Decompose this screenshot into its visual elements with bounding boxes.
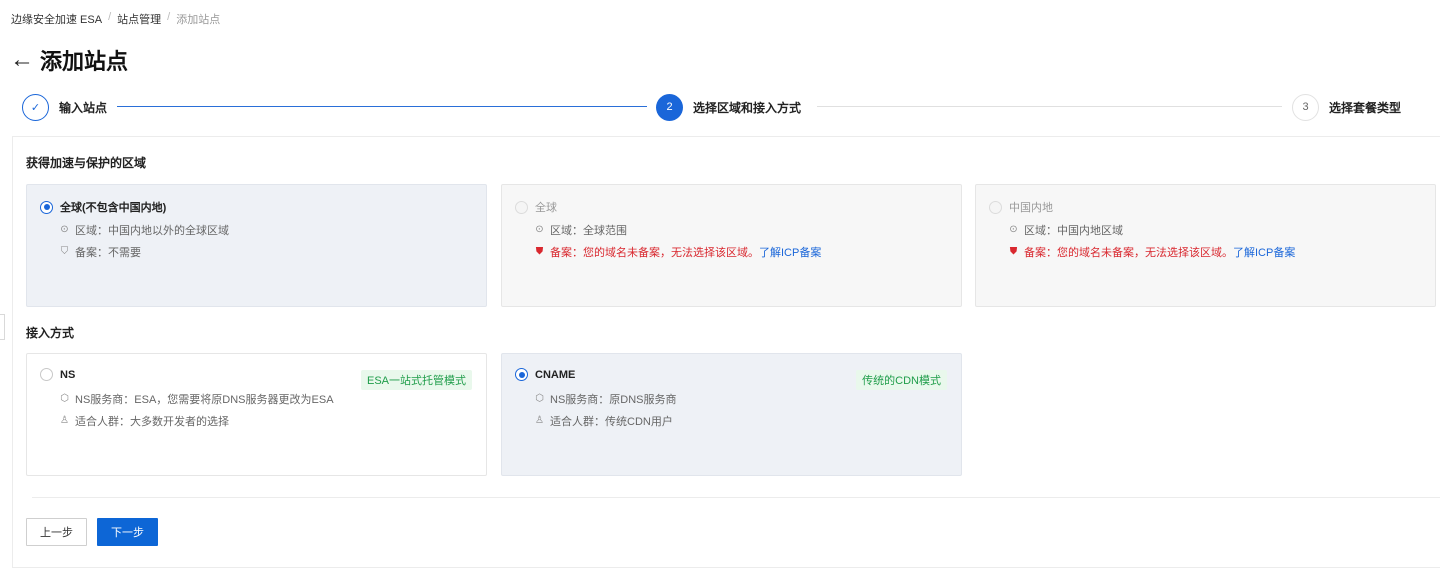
region-area-text: 区域：中国内地以外的全球区域 (75, 225, 229, 237)
page-title: 添加站点 (40, 49, 129, 74)
icp-learn-more-link[interactable]: 了解ICP备案 (759, 244, 821, 260)
icp-learn-more-link[interactable]: 了解ICP备案 (1233, 244, 1295, 260)
region-option-global: 全球 ⊙ 区域：全球范围 ⛊ 备案：您的域名未备案，无法选择该区域。 了解ICP… (501, 184, 962, 307)
step-3-number: 3 (1292, 93, 1319, 121)
step-3: 3 选择套餐类型 (1292, 93, 1401, 121)
access-option-title: CNAME (535, 368, 576, 381)
users-icon: ♙ (535, 415, 544, 426)
region-option-mainland-china: 中国内地 ⊙ 区域：中国内地区域 ⛊ 备案：您的域名未备案，无法选择该区域。 了… (975, 184, 1436, 307)
page-header: ← 添加站点 (10, 44, 128, 76)
users-icon: ♙ (60, 415, 69, 426)
location-pin-icon: ⊙ (60, 224, 69, 235)
region-icp-warning-text: 备案：您的域名未备案，无法选择该区域。 (550, 247, 759, 259)
radio-checked-icon[interactable] (515, 368, 528, 381)
region-option-title: 全球(不包含中国内地) (60, 202, 167, 214)
cube-icon: ⬡ (60, 393, 69, 404)
region-option-global-excl-china[interactable]: 全球(不包含中国内地) ⊙ 区域：中国内地以外的全球区域 ⛉ 备案：不需要 (26, 184, 487, 307)
breadcrumb-item-esa[interactable]: 边缘安全加速 ESA (11, 11, 102, 27)
location-pin-icon: ⊙ (1009, 224, 1018, 235)
region-option-title: 中国内地 (1009, 202, 1053, 214)
step-3-label: 选择套餐类型 (1329, 100, 1402, 115)
region-icp-text: 备案：不需要 (75, 247, 141, 259)
step-indicator: ✓ 输入站点 2 选择区域和接入方式 3 选择套餐类型 (22, 93, 1412, 121)
step-2: 2 选择区域和接入方式 (656, 93, 801, 121)
region-area-text: 区域：全球范围 (550, 225, 627, 237)
step-connector-done (117, 106, 647, 107)
access-section-title: 接入方式 (26, 326, 75, 340)
footer-divider (32, 497, 1440, 498)
location-pin-icon: ⊙ (535, 224, 544, 235)
step-1-check-icon: ✓ (22, 93, 49, 121)
shield-warning-icon: ⛊ (1009, 246, 1018, 257)
cube-icon: ⬡ (535, 393, 544, 404)
next-step-button[interactable]: 下一步 (97, 518, 158, 546)
access-provider-text: NS服务商：原DNS服务商 (550, 394, 677, 406)
shield-icon: ⛉ (60, 246, 69, 257)
back-arrow-icon[interactable]: ← (10, 48, 34, 72)
step-connector-todo (817, 106, 1282, 107)
access-option-cname[interactable]: CNAME 传统的CDN模式 ⬡ NS服务商：原DNS服务商 ♙ 适合人群：传统… (501, 353, 962, 476)
access-option-title: NS (60, 368, 76, 381)
breadcrumb: 边缘安全加速 ESA / 站点管理 / 添加站点 (11, 11, 220, 27)
radio-checked-icon[interactable] (40, 200, 53, 214)
access-option-ns[interactable]: NS ESA一站式托管模式 ⬡ NS服务商：ESA，您需要将原DNS服务器更改为… (26, 353, 487, 476)
region-section-title: 获得加速与保护的区域 (26, 156, 147, 170)
cname-mode-tag: 传统的CDN模式 (856, 370, 947, 390)
shield-warning-icon: ⛊ (535, 246, 544, 257)
region-option-title: 全球 (535, 202, 557, 214)
previous-step-button[interactable]: 上一步 (26, 518, 87, 546)
ns-mode-tag: ESA一站式托管模式 (360, 370, 472, 390)
step-2-number: 2 (656, 93, 683, 121)
breadcrumb-item-site-management[interactable]: 站点管理 (117, 11, 161, 27)
step-1: ✓ 输入站点 (22, 93, 107, 121)
region-icp-warning-text: 备案：您的域名未备案，无法选择该区域。 (1024, 247, 1233, 259)
region-area-text: 区域：中国内地区域 (1024, 225, 1123, 237)
access-audience-text: 适合人群：传统CDN用户 (550, 416, 673, 428)
breadcrumb-separator: / (108, 11, 112, 23)
breadcrumb-item-current: 添加站点 (176, 14, 221, 26)
radio-disabled-icon (989, 200, 1002, 214)
radio-unchecked-icon[interactable] (40, 368, 53, 381)
access-provider-text: NS服务商：ESA，您需要将原DNS服务器更改为ESA (75, 394, 334, 406)
breadcrumb-separator: / (167, 11, 171, 23)
step-2-label: 选择区域和接入方式 (693, 100, 802, 115)
radio-disabled-icon (515, 200, 528, 214)
side-collapse-handle[interactable] (0, 314, 5, 340)
access-audience-text: 适合人群：大多数开发者的选择 (75, 416, 229, 428)
step-1-label: 输入站点 (59, 100, 108, 115)
